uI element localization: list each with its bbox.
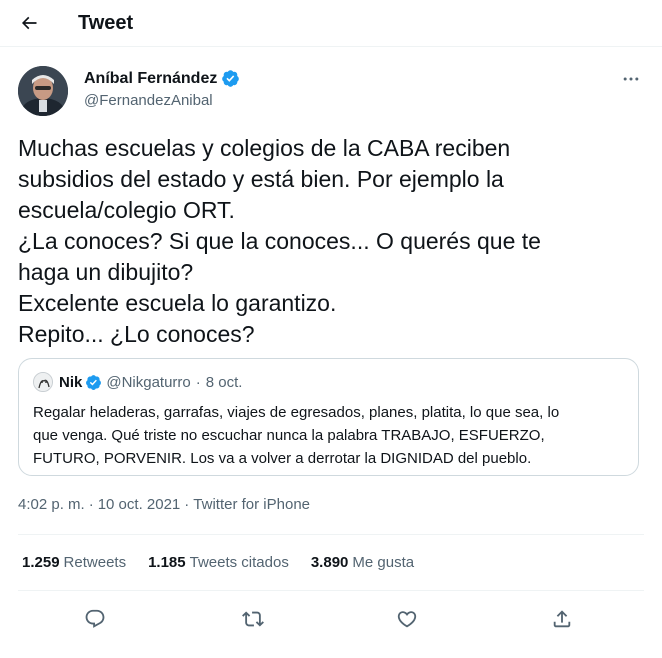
arrow-left-icon <box>21 16 37 30</box>
tweet-time[interactable]: 4:02 p. m. <box>18 496 85 513</box>
quote-avatar-image <box>34 373 52 391</box>
avatar-image <box>18 66 68 116</box>
meta-separator: · <box>184 496 190 513</box>
tweet-stats: 1.259 Retweets 1.185 Tweets citados 3.890 M… <box>22 554 436 571</box>
tweet-line: subsidios del estado y está bien. Por ej… <box>18 166 504 192</box>
stat-label: Tweets citados <box>189 554 289 571</box>
back-button[interactable] <box>12 6 46 40</box>
retweet-button[interactable] <box>238 604 268 634</box>
tweet-line: Repito... ¿Lo conoces? <box>18 321 255 347</box>
divider <box>18 590 644 591</box>
quote-line: FUTURO, PORVENIR. Los va a volver a derr… <box>33 450 532 467</box>
quote-avatar <box>33 372 53 392</box>
verified-badge-icon <box>222 70 240 87</box>
quote-author-name: Nik <box>59 373 83 391</box>
retweet-icon <box>242 611 264 627</box>
meta-separator: · <box>88 496 94 513</box>
verified-badge-icon <box>86 374 102 390</box>
likes-stat[interactable]: 3.890 Me gusta <box>311 554 414 571</box>
stat-value: 1.185 <box>148 554 186 571</box>
more-options-button[interactable] <box>618 66 644 92</box>
quote-tweets-stat[interactable]: 1.185 Tweets citados <box>148 554 289 571</box>
reply-button[interactable] <box>80 604 110 634</box>
like-button[interactable] <box>392 604 422 634</box>
top-bar: Tweet <box>0 0 662 47</box>
retweets-stat[interactable]: 1.259 Retweets <box>22 554 126 571</box>
stat-label: Me gusta <box>352 554 415 571</box>
author-name[interactable]: Aníbal Fernández <box>84 70 217 88</box>
more-horizontal-icon <box>623 77 639 81</box>
heart-icon <box>397 611 417 628</box>
quote-date: 8 oct. <box>205 373 243 391</box>
stat-value: 3.890 <box>310 554 349 571</box>
quote-header: Nik @Nikgaturro · 8 oct. <box>33 372 242 392</box>
share-button[interactable] <box>547 604 577 634</box>
tweet-source[interactable]: Twitter for iPhone <box>193 496 310 513</box>
tweet-date[interactable]: 10 oct. 2021 <box>98 496 181 513</box>
author-handle[interactable]: @FernandezAnibal <box>84 92 240 109</box>
quote-dot-separator: · <box>195 373 201 391</box>
quoted-tweet[interactable]: Nik @Nikgaturro · 8 oct. Regalar helader… <box>18 358 639 476</box>
tweet-line: Excelente escuela lo garantizo. <box>18 290 337 316</box>
tweet-author: Aníbal Fernández @FernandezAnibal <box>18 66 644 118</box>
quote-line: que venga. Qué triste no escuchar nunca … <box>33 427 545 444</box>
tweet-line: haga un dibujito? <box>18 259 194 285</box>
reply-icon <box>85 609 105 628</box>
share-icon <box>553 610 571 628</box>
avatar[interactable] <box>18 66 68 116</box>
name-line: Aníbal Fernández <box>84 69 240 88</box>
tweet-line: escuela/colegio ORT. <box>18 197 235 223</box>
action-bar <box>0 600 662 640</box>
quote-author-handle: @Nikgaturro <box>106 373 191 391</box>
divider <box>18 534 644 535</box>
page-title: Tweet <box>78 11 134 34</box>
quote-text: Regalar heladeras, garrafas, viajes de e… <box>33 401 629 470</box>
tweet-line: Muchas escuelas y colegios de la CABA re… <box>18 135 511 161</box>
tweet-timestamp: 4:02 p. m. · 10 oct. 2021 · Twitter for iPho… <box>18 496 310 513</box>
stat-label: Retweets <box>63 554 127 571</box>
author-info: Aníbal Fernández @FernandezAnibal <box>84 69 240 109</box>
quote-line: Regalar heladeras, garrafas, viajes de e… <box>33 404 560 421</box>
tweet-line: ¿La conoces? Si que la conoces... O quer… <box>18 228 541 254</box>
tweet-text: Muchas escuelas y colegios de la CABA re… <box>18 133 644 350</box>
stat-value: 1.259 <box>22 554 60 571</box>
